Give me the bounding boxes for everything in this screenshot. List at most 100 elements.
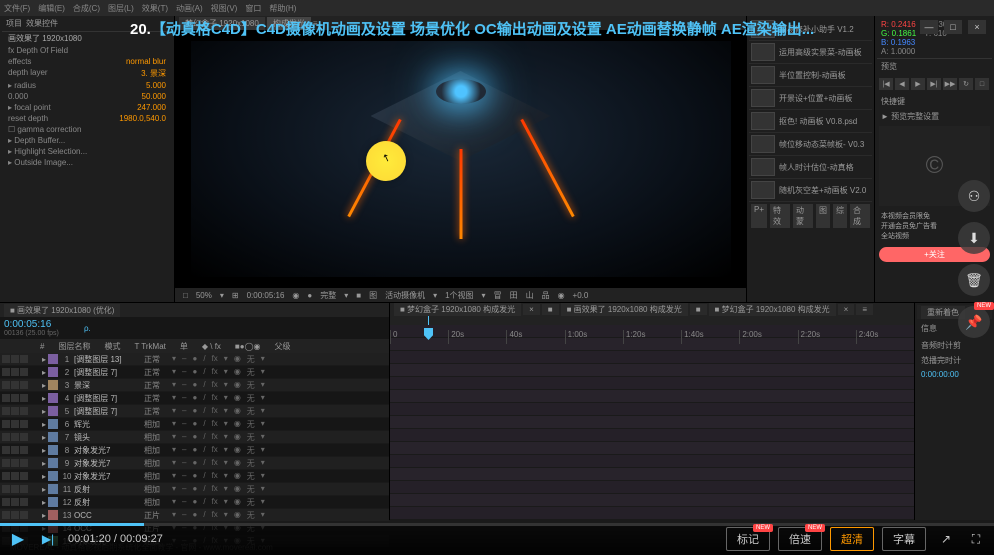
transport-button[interactable]: ↻ [959,78,973,90]
viewport-control[interactable]: ■ [356,291,361,300]
menu-file[interactable]: 文件(F) [4,3,30,14]
property-row[interactable]: ▸ Depth Buffer... [2,135,172,146]
viewport-control[interactable]: 冒 [494,290,502,301]
layer-row[interactable]: ▸11反射相加▾–●/fx▾◉无▾ [0,483,389,496]
menu-effect[interactable]: 效果(T) [142,3,168,14]
viewport-control[interactable]: +0.0 [573,291,589,300]
viewport-control[interactable]: 活动摄像机 [385,290,425,301]
library-footer-btn[interactable]: 合成 [850,204,870,228]
timeline-tab[interactable]: ≡ [856,304,873,315]
menu-comp[interactable]: 合成(C) [73,3,100,14]
timecode[interactable]: 0:00:05:16 [4,319,84,330]
property-row[interactable]: effectsnormal blur [2,56,172,67]
preview-settings[interactable]: ► 预览完整设置 [877,109,992,124]
viewport-control[interactable]: ▾ [344,291,348,300]
library-item[interactable]: 随机灰空差+动画板 V2.0 [749,179,872,202]
menu-edit[interactable]: 编辑(E) [38,3,65,14]
transport-button[interactable]: □ [975,78,989,90]
property-row[interactable]: fx Depth Of Field [2,45,172,56]
track-row[interactable] [390,455,914,468]
property-row[interactable]: ▸ Outside Image... [2,157,172,168]
player-chip-超清[interactable]: 超清 [830,527,874,551]
layer-row[interactable]: ▸3景深正常▾–●/fx▾◉无▾ [0,379,389,392]
transport-button[interactable]: ▶▶ [943,78,957,90]
layer-row[interactable]: ▸8对象发光7相加▾–●/fx▾◉无▾ [0,444,389,457]
library-item[interactable]: 运用高级实景菜-动画板 [749,41,872,64]
progress-bar[interactable] [0,523,994,526]
transport-button[interactable]: ▶ [911,78,925,90]
preview-tab[interactable]: 预览 [877,58,992,74]
viewport-control[interactable]: □ [183,291,188,300]
track-row[interactable] [390,416,914,429]
share-button[interactable]: ⚇ [958,180,990,212]
track-row[interactable] [390,390,914,403]
fullscreen-button[interactable]: ⛶ [966,529,986,549]
property-row[interactable]: ▸ focal point247.000 [2,102,172,113]
track-row[interactable] [390,364,914,377]
menu-anim[interactable]: 动画(A) [176,3,203,14]
timeline-tab[interactable]: ■ [690,304,707,315]
window-max-button[interactable]: □ [944,20,962,34]
menu-help[interactable]: 帮助(H) [269,3,296,14]
player-chip-标记[interactable]: 标记NEW [726,527,770,551]
track-row[interactable] [390,481,914,494]
library-footer-btn[interactable]: P+ [751,204,767,228]
timeline-tab[interactable]: ■ 画效果了 1920x1080 (优化) [4,304,120,317]
library-item[interactable]: 开景设+位置+动画板 [749,87,872,110]
track-row[interactable] [390,507,914,520]
track-row[interactable] [390,403,914,416]
library-item[interactable]: 帧位移动态菜帧板- V0.3 [749,133,872,156]
property-row[interactable]: ☐ gamma correction [2,124,172,135]
layer-row[interactable]: ▸10对象发光7相加▾–●/fx▾◉无▾ [0,470,389,483]
track-row[interactable] [390,377,914,390]
pin-button[interactable]: 📌NEW [958,306,990,338]
library-item[interactable]: 帧人时计估位-动真格 [749,156,872,179]
search-field[interactable]: ρ. [84,324,385,333]
timeline-tracks[interactable]: ■ 梦幻盒子 1920x1080 构成发光×■■ 画效果了 1920x1080 … [390,303,914,520]
viewport-control[interactable]: ◉ [292,291,299,300]
layer-row[interactable]: ▸13OCC正片▾–●/fx▾◉无▾ [0,509,389,522]
track-row[interactable] [390,494,914,507]
play-button[interactable]: ▶ [8,529,28,549]
property-row[interactable]: ▸ Highlight Selection... [2,146,172,157]
property-row[interactable]: ▸ radius5.000 [2,80,172,91]
next-button[interactable]: ▶| [38,529,58,549]
layer-row[interactable]: ▸7镜头相加▾–●/fx▾◉无▾ [0,431,389,444]
timeline-tab[interactable]: × [838,304,855,315]
track-row[interactable] [390,468,914,481]
window-min-button[interactable]: — [920,20,938,34]
track-row[interactable] [390,351,914,364]
viewport-control[interactable]: 50% [196,291,212,300]
viewport-control[interactable]: ● [307,291,312,300]
timeline-tab[interactable]: ■ 梦幻盒子 1920x1080 构成发光 [709,303,836,316]
library-footer-btn[interactable]: 动蒙 [793,204,813,228]
playhead[interactable] [428,316,429,325]
property-row[interactable]: reset depth1980.0,540.0 [2,113,172,124]
menu-view[interactable]: 视图(V) [211,3,238,14]
timeline-tab[interactable]: ■ 画效果了 1920x1080 构成发光 [561,303,688,316]
layer-row[interactable]: ▸9对象发光7相加▾–●/fx▾◉无▾ [0,457,389,470]
tab-project[interactable]: 项目 [6,18,22,31]
library-item[interactable]: 半位置控制-动画板 [749,64,872,87]
layer-row[interactable]: ▸1[调整图层 13]正常▾–●/fx▾◉无▾ [0,353,389,366]
property-row[interactable]: depth layer3. 景深 [2,67,172,80]
layer-row[interactable]: ▸5[调整图层 7]正常▾–●/fx▾◉无▾ [0,405,389,418]
viewport-control[interactable]: ▾ [482,291,486,300]
viewport-control[interactable]: ▾ [220,291,224,300]
viewport-control[interactable]: 图 [369,290,377,301]
viewport-control[interactable]: 品 [542,290,550,301]
pip-button[interactable]: ↗ [936,529,956,549]
library-footer-btn[interactable]: 特效 [770,204,790,228]
time-ruler[interactable]: 020s40s1:00s1:20s1:40s2:00s2:20s2:40s [390,316,914,325]
viewport-control[interactable]: ⊞ [232,291,239,300]
timeline-tab[interactable]: × [523,304,540,315]
property-row[interactable]: 0.00050.000 [2,91,172,102]
viewport-control[interactable]: 山 [526,290,534,301]
player-chip-字幕[interactable]: 字幕 [882,527,926,551]
delete-button[interactable]: 🗑 [958,264,990,296]
layer-row[interactable]: ▸12反射相加▾–●/fx▾◉无▾ [0,496,389,509]
track-row[interactable] [390,442,914,455]
layer-row[interactable]: ▸2[调整图层 7]正常▾–●/fx▾◉无▾ [0,366,389,379]
window-close-button[interactable]: × [968,20,986,34]
timeline-tab[interactable]: ■ [542,304,559,315]
